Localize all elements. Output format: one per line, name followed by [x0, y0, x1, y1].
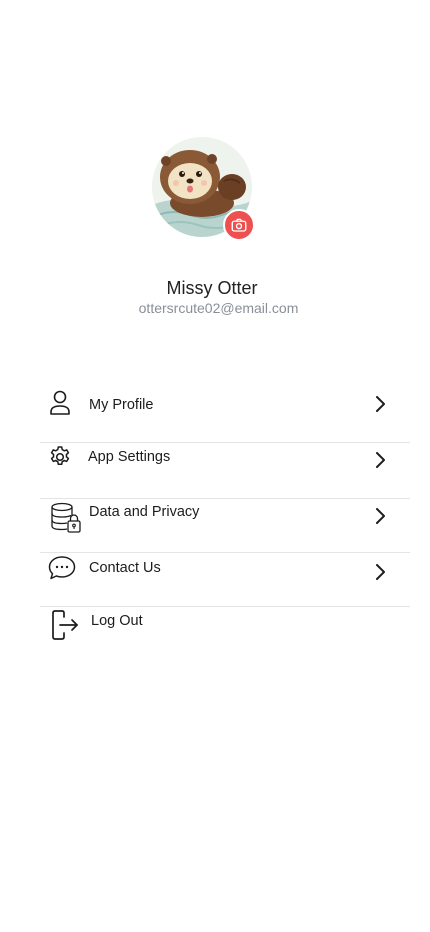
menu-item-app-settings[interactable]: App Settings — [40, 442, 410, 498]
menu-label-my-profile: My Profile — [89, 397, 154, 413]
user-email: ottersrcute02@email.com — [138, 300, 299, 316]
menu-label-data-privacy: Data and Privacy — [89, 504, 200, 520]
profile-avatar-container — [152, 137, 255, 241]
user-icon — [50, 390, 70, 415]
chevron-right-icon — [376, 508, 385, 524]
chevron-right-icon — [376, 564, 385, 580]
menu-item-data-privacy[interactable]: Data and Privacy — [40, 498, 410, 552]
menu-label-log-out: Log Out — [91, 613, 143, 629]
logout-icon — [52, 610, 78, 640]
user-name: Missy Otter — [166, 278, 258, 298]
database-lock-icon — [51, 502, 81, 533]
chevron-right-icon — [376, 396, 385, 412]
chevron-right-icon — [376, 452, 385, 468]
menu-item-contact-us[interactable]: Contact Us — [40, 552, 410, 606]
menu-label-contact-us: Contact Us — [89, 560, 161, 576]
menu-label-app-settings: App Settings — [88, 449, 171, 465]
menu-item-my-profile[interactable]: My Profile — [40, 388, 410, 428]
gear-icon — [50, 446, 70, 466]
chat-bubble-icon — [48, 556, 76, 580]
camera-icon — [231, 218, 247, 232]
change-photo-button[interactable] — [223, 209, 255, 241]
menu-item-log-out[interactable]: Log Out — [40, 606, 410, 646]
